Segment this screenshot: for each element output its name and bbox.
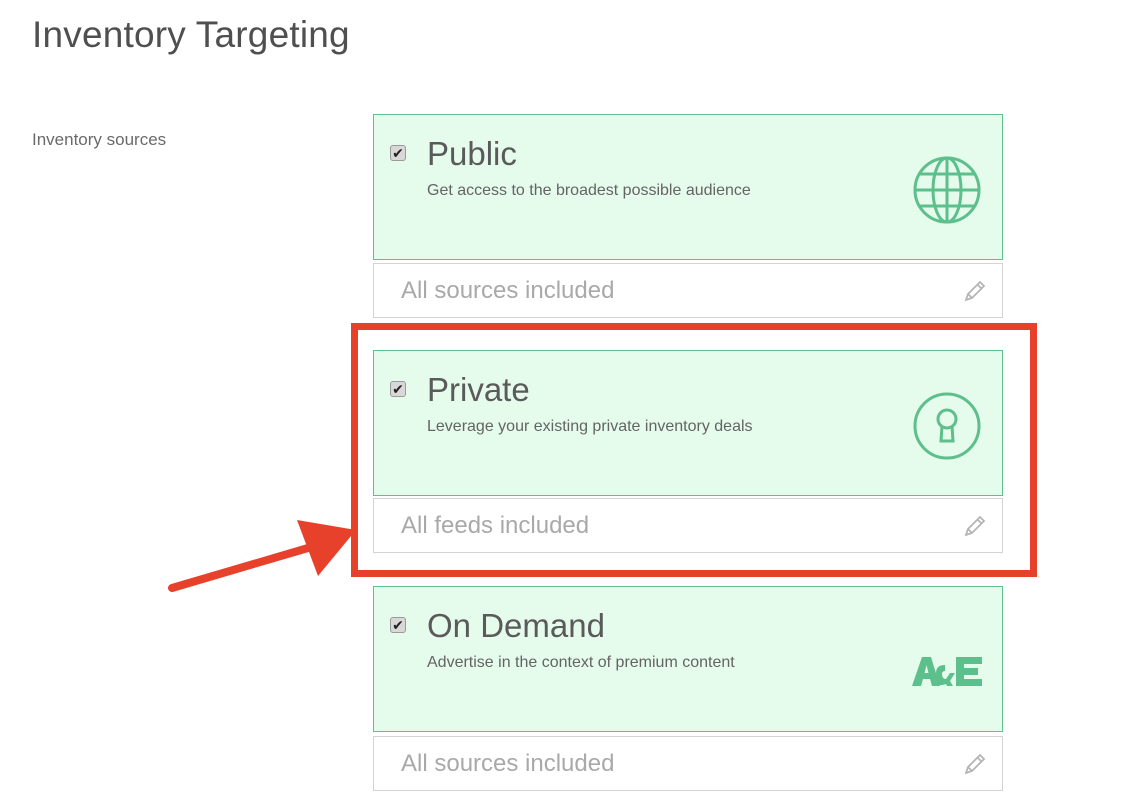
source-card-on-demand[interactable]: ✔ On Demand Advertise in the context of …: [373, 586, 1003, 732]
source-footer-on-demand[interactable]: All sources included: [373, 736, 1003, 791]
on-demand-checkbox[interactable]: ✔: [390, 617, 406, 633]
footer-text-on-demand: All sources included: [401, 750, 615, 777]
source-card-public[interactable]: ✔ Public Get access to the broadest poss…: [373, 114, 1003, 260]
footer-text-public: All sources included: [401, 277, 615, 304]
globe-icon: [913, 156, 981, 224]
source-description-on-demand: Advertise in the context of premium cont…: [427, 654, 735, 671]
source-title-public: Public: [427, 135, 517, 172]
source-description-public: Get access to the broadest possible audi…: [427, 182, 751, 199]
ae-logo-icon: [912, 657, 982, 686]
edit-pencil-icon[interactable]: [962, 751, 988, 777]
page-title: Inventory Targeting: [32, 14, 350, 55]
edit-pencil-icon[interactable]: [962, 278, 988, 304]
highlight-box: [351, 323, 1037, 577]
annotation-arrow: [168, 520, 356, 592]
public-checkbox[interactable]: ✔: [390, 145, 406, 161]
source-footer-public[interactable]: All sources included: [373, 263, 1003, 318]
inventory-sources-label: Inventory sources: [32, 130, 167, 149]
source-title-on-demand: On Demand: [427, 607, 605, 644]
